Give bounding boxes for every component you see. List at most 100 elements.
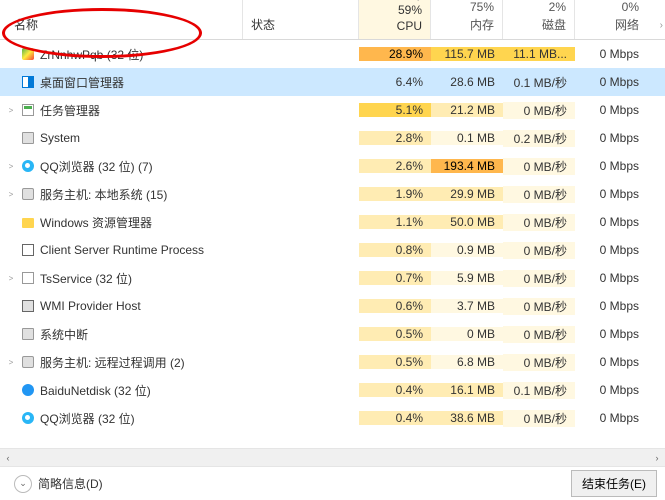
expand-icon[interactable]: > — [6, 106, 16, 115]
col-header-status-label: 状态 — [251, 16, 275, 33]
table-row[interactable]: >QQ浏览器 (32 位) (7)2.6%193.4 MB0 MB/秒0 Mbp… — [0, 152, 665, 180]
table-row[interactable]: >QQ浏览器 (32 位)0.4%38.6 MB0 MB/秒0 Mbps — [0, 404, 665, 432]
process-icon — [20, 74, 36, 90]
cpu-percent: 59% — [363, 3, 422, 17]
footer-bar: ⌄ 简略信息(D) 结束任务(E) — [0, 466, 665, 500]
process-icon — [20, 382, 36, 398]
disk-cell: 0 MB/秒 — [503, 326, 575, 343]
disk-cell: 0 MB/秒 — [503, 270, 575, 287]
net-cell: 0 Mbps — [575, 159, 647, 173]
process-icon — [20, 102, 36, 118]
chevron-down-icon: ⌄ — [14, 475, 32, 493]
cpu-cell: 2.6% — [359, 159, 431, 173]
process-name: QQ浏览器 (32 位) (7) — [40, 158, 153, 175]
cpu-cell: 0.6% — [359, 299, 431, 313]
col-header-name[interactable]: 名称 — [0, 0, 243, 39]
cpu-cell: 6.4% — [359, 75, 431, 89]
expand-icon[interactable]: > — [6, 358, 16, 367]
mem-cell: 5.9 MB — [431, 271, 503, 285]
mem-cell: 115.7 MB — [431, 47, 503, 61]
table-row[interactable]: >任务管理器5.1%21.2 MB0 MB/秒0 Mbps — [0, 96, 665, 124]
process-icon — [20, 46, 36, 62]
cpu-cell: 0.5% — [359, 327, 431, 341]
col-header-status[interactable]: 状态 — [243, 0, 359, 39]
table-row[interactable]: >服务主机: 本地系统 (15)1.9%29.9 MB0 MB/秒0 Mbps — [0, 180, 665, 208]
net-cell: 0 Mbps — [575, 187, 647, 201]
disk-label: 磁盘 — [507, 16, 566, 33]
mem-cell: 6.8 MB — [431, 355, 503, 369]
cpu-cell: 28.9% — [359, 47, 431, 61]
disk-cell: 0.2 MB/秒 — [503, 130, 575, 147]
cpu-cell: 0.8% — [359, 243, 431, 257]
net-cell: 0 Mbps — [575, 383, 647, 397]
mem-percent: 75% — [435, 0, 494, 14]
net-cell: 0 Mbps — [575, 215, 647, 229]
col-header-cpu[interactable]: ▼ 59% CPU — [359, 0, 431, 39]
process-name: BaiduNetdisk (32 位) — [40, 382, 151, 399]
table-header: 名称 状态 ▼ 59% CPU 75% 内存 2% 磁盘 0% 网络 › — [0, 0, 665, 40]
process-icon — [20, 326, 36, 342]
process-icon — [20, 270, 36, 286]
disk-cell: 0.1 MB/秒 — [503, 74, 575, 91]
table-row[interactable]: >系统中断0.5%0 MB0 MB/秒0 Mbps — [0, 320, 665, 348]
process-name: 系统中断 — [40, 326, 88, 343]
end-task-button[interactable]: 结束任务(E) — [571, 470, 657, 497]
mem-cell: 0.1 MB — [431, 131, 503, 145]
mem-cell: 28.6 MB — [431, 75, 503, 89]
expand-icon[interactable]: > — [6, 162, 16, 171]
scroll-track[interactable] — [16, 453, 649, 463]
disk-cell: 0 MB/秒 — [503, 298, 575, 315]
table-row[interactable]: >WMI Provider Host0.6%3.7 MB0 MB/秒0 Mbps — [0, 292, 665, 320]
mem-cell: 0 MB — [431, 327, 503, 341]
process-icon — [20, 158, 36, 174]
process-name: Windows 资源管理器 — [40, 214, 152, 231]
net-cell: 0 Mbps — [575, 355, 647, 369]
col-header-net[interactable]: 0% 网络 — [575, 0, 647, 39]
table-row[interactable]: >Client Server Runtime Process0.8%0.9 MB… — [0, 236, 665, 264]
table-row[interactable]: >桌面窗口管理器6.4%28.6 MB0.1 MB/秒0 Mbps — [0, 68, 665, 96]
scroll-right-button[interactable]: › — [649, 453, 665, 463]
table-row[interactable]: >BaiduNetdisk (32 位)0.4%16.1 MB0.1 MB/秒0… — [0, 376, 665, 404]
table-row[interactable]: >ZrNnhwPqb (32 位)28.9%115.7 MB11.1 MB...… — [0, 40, 665, 68]
cpu-cell: 1.1% — [359, 215, 431, 229]
mem-cell: 38.6 MB — [431, 411, 503, 425]
process-icon — [20, 298, 36, 314]
table-row[interactable]: >TsService (32 位)0.7%5.9 MB0 MB/秒0 Mbps — [0, 264, 665, 292]
col-header-disk[interactable]: 2% 磁盘 — [503, 0, 575, 39]
process-name: ZrNnhwPqb (32 位) — [40, 46, 143, 63]
disk-cell: 0 MB/秒 — [503, 214, 575, 231]
expand-icon[interactable]: > — [6, 190, 16, 199]
brief-info-label: 简略信息(D) — [38, 475, 103, 492]
process-icon — [20, 354, 36, 370]
col-header-mem[interactable]: 75% 内存 — [431, 0, 503, 39]
table-row[interactable]: >Windows 资源管理器1.1%50.0 MB0 MB/秒0 Mbps — [0, 208, 665, 236]
process-name: 桌面窗口管理器 — [40, 74, 124, 91]
mem-label: 内存 — [435, 16, 494, 33]
brief-info-toggle[interactable]: ⌄ 简略信息(D) — [14, 475, 103, 493]
end-task-label: 结束任务(E) — [582, 477, 646, 491]
net-cell: 0 Mbps — [575, 299, 647, 313]
table-row[interactable]: >服务主机: 远程过程调用 (2)0.5%6.8 MB0 MB/秒0 Mbps — [0, 348, 665, 376]
process-icon — [20, 214, 36, 230]
process-icon — [20, 242, 36, 258]
disk-percent: 2% — [507, 0, 566, 14]
cpu-cell: 5.1% — [359, 103, 431, 117]
net-cell: 0 Mbps — [575, 103, 647, 117]
disk-cell: 0 MB/秒 — [503, 242, 575, 259]
scroll-right-icon[interactable]: › — [660, 20, 663, 31]
horizontal-scrollbar[interactable]: ‹ › — [0, 448, 665, 466]
table-row[interactable]: >System2.8%0.1 MB0.2 MB/秒0 Mbps — [0, 124, 665, 152]
cpu-cell: 0.7% — [359, 271, 431, 285]
cpu-label: CPU — [363, 19, 422, 33]
net-label: 网络 — [579, 16, 639, 33]
process-name: 任务管理器 — [40, 102, 100, 119]
mem-cell: 193.4 MB — [431, 159, 503, 173]
disk-cell: 0.1 MB/秒 — [503, 382, 575, 399]
process-name: TsService (32 位) — [40, 270, 132, 287]
process-name: System — [40, 131, 80, 145]
expand-icon[interactable]: > — [6, 274, 16, 283]
mem-cell: 29.9 MB — [431, 187, 503, 201]
process-icon — [20, 186, 36, 202]
scroll-left-button[interactable]: ‹ — [0, 453, 16, 463]
disk-cell: 0 MB/秒 — [503, 354, 575, 371]
